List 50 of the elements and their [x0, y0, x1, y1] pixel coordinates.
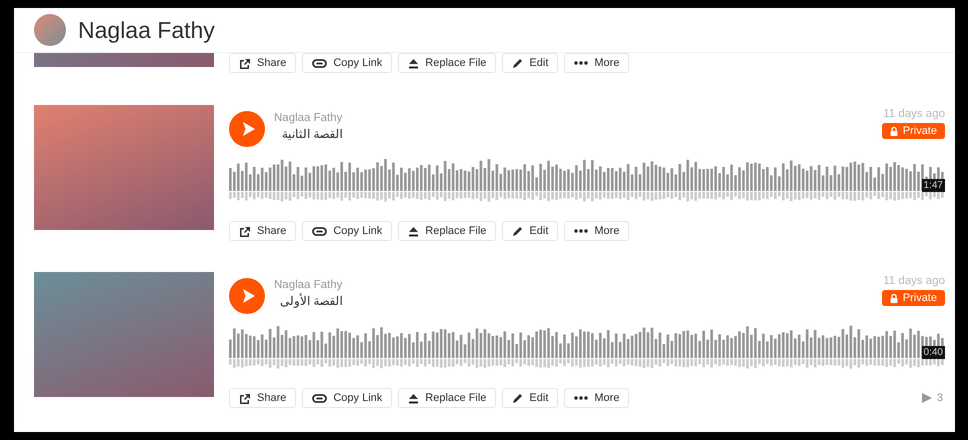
- play-icon: [242, 122, 254, 136]
- badge-label: Private: [902, 292, 937, 304]
- artwork[interactable]: [34, 272, 214, 397]
- pencil-icon: [512, 226, 524, 236]
- duration: 1:47: [922, 179, 945, 192]
- more-icon: [574, 396, 588, 400]
- play-button[interactable]: [229, 278, 265, 314]
- edit-button[interactable]: Edit: [502, 388, 558, 408]
- share-icon: [239, 392, 251, 404]
- link-button[interactable]: Copy Link: [302, 388, 392, 408]
- share-button[interactable]: Share: [229, 221, 296, 241]
- track-title[interactable]: القصة الثانية: [274, 127, 342, 141]
- play-icon: [242, 289, 254, 303]
- share-button[interactable]: Share: [229, 388, 296, 408]
- pencil-icon: [512, 58, 524, 68]
- play-icon: [922, 393, 932, 403]
- badge-label: Private: [902, 125, 937, 137]
- profile-name: Naglaa Fathy: [78, 16, 215, 44]
- lock-icon: [890, 126, 898, 136]
- track-title[interactable]: القصة الأولى: [274, 294, 342, 308]
- more-icon: [574, 61, 588, 65]
- link-button[interactable]: Copy Link: [302, 53, 392, 73]
- upload-icon: [408, 58, 420, 68]
- edit-button[interactable]: Edit: [502, 221, 558, 241]
- upload-icon: [408, 392, 420, 404]
- pencil-icon: [512, 392, 524, 404]
- share-icon: [239, 58, 251, 68]
- link-button[interactable]: Copy Link: [302, 221, 392, 241]
- more-button[interactable]: More: [564, 53, 630, 73]
- more-button[interactable]: More: [564, 388, 630, 408]
- link-icon: [312, 394, 328, 402]
- upload-button[interactable]: Replace File: [398, 388, 496, 408]
- lock-icon: [890, 294, 898, 302]
- play-count: 3: [936, 392, 943, 404]
- share-button[interactable]: Share: [229, 53, 296, 73]
- more-button[interactable]: More: [564, 221, 630, 241]
- upload-button[interactable]: Replace File: [398, 53, 496, 73]
- play-button[interactable]: [229, 111, 265, 147]
- edit-button[interactable]: Edit: [502, 53, 558, 73]
- link-icon: [312, 226, 328, 236]
- upload-time: 11 days ago: [883, 275, 945, 287]
- share-icon: [239, 226, 251, 236]
- artwork[interactable]: [34, 105, 214, 230]
- upload-icon: [408, 226, 420, 236]
- more-icon: [574, 229, 588, 233]
- duration: 0:40: [922, 346, 945, 359]
- link-icon: [312, 58, 328, 68]
- upload-button[interactable]: Replace File: [398, 221, 496, 241]
- avatar[interactable]: [34, 14, 66, 46]
- upload-time: 11 days ago: [883, 108, 945, 120]
